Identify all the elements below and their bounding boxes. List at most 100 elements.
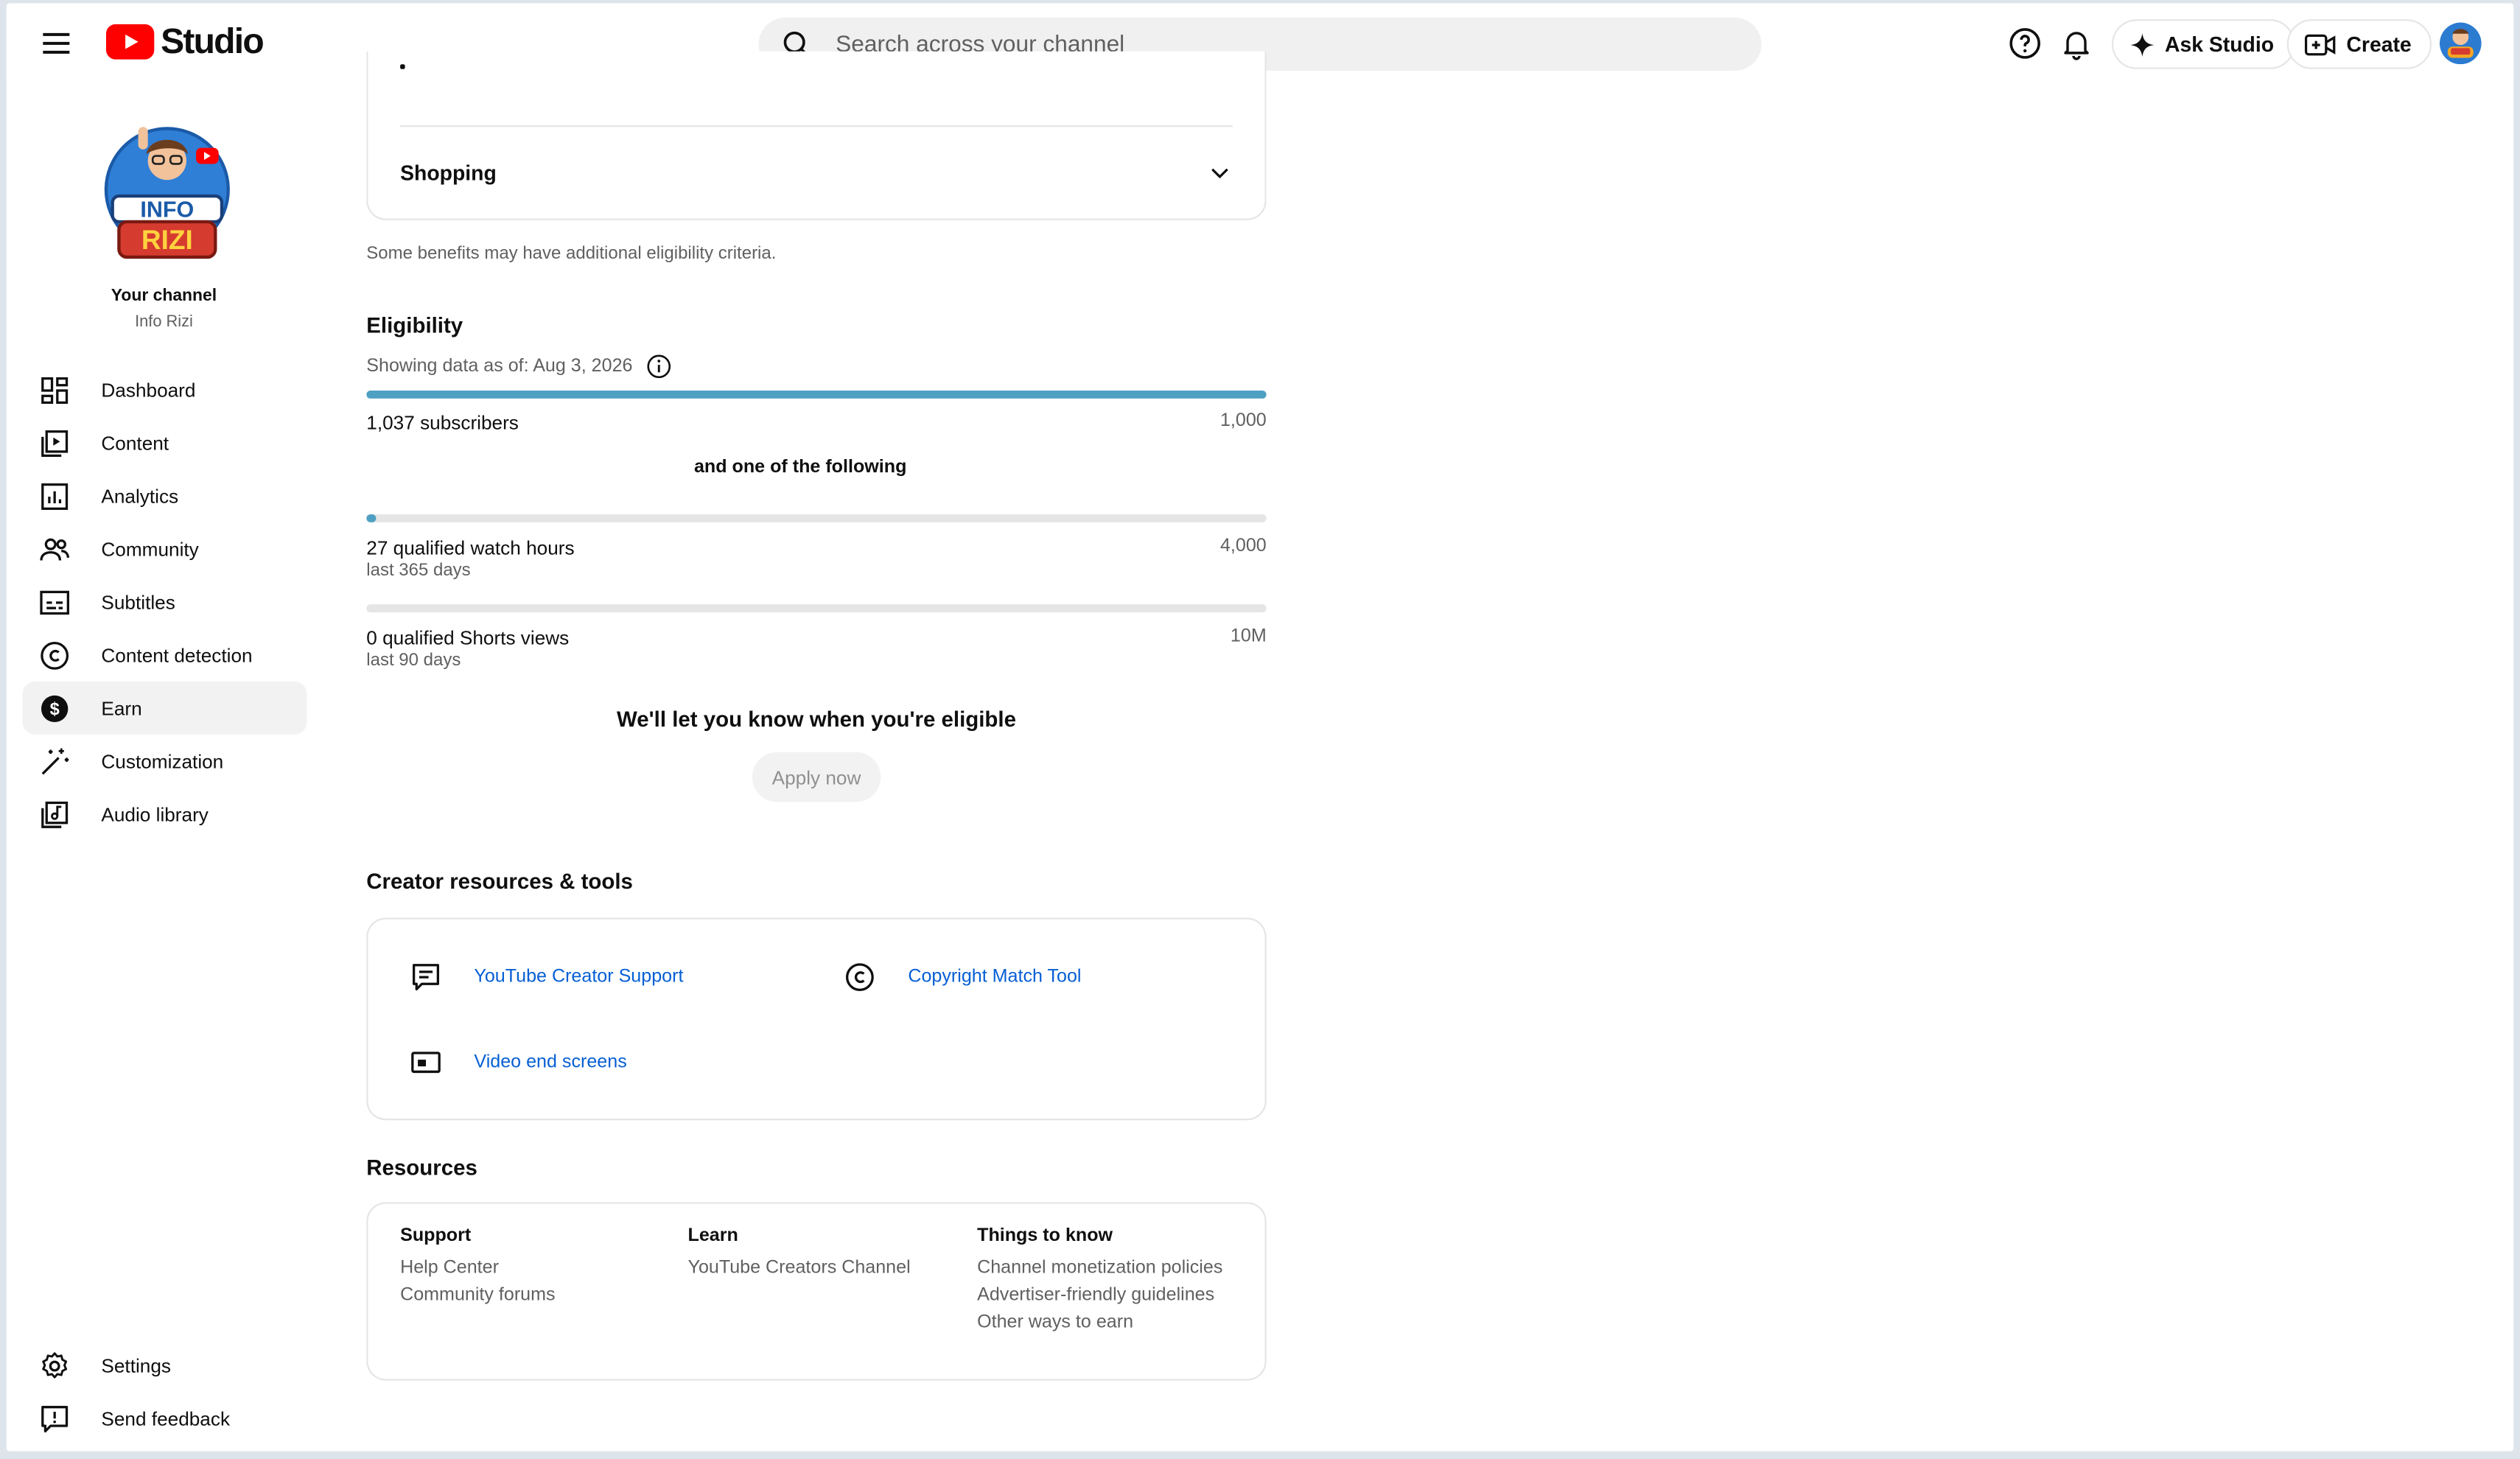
app-name: Studio	[161, 21, 265, 61]
sidebar-item-label: Analytics	[101, 484, 179, 508]
analytics-icon	[41, 482, 69, 509]
creators-channel-link[interactable]: YouTube Creators Channel	[688, 1259, 911, 1278]
youtube-logo-icon	[105, 24, 155, 60]
shorts-views-count: 0 qualified Shorts views	[366, 626, 570, 650]
creator-support-label: YouTube Creator Support	[474, 968, 684, 987]
music-library-icon	[41, 800, 69, 828]
sidebar-item-audio-library[interactable]: Audio library	[23, 788, 307, 841]
sidebar-item-label: Customization	[101, 749, 224, 773]
magic-wand-icon	[41, 747, 69, 774]
ask-studio-button[interactable]: Ask Studio	[2111, 19, 2295, 69]
sidebar-item-subtitles[interactable]: Subtitles	[23, 575, 307, 629]
sidebar-item-send-feedback[interactable]: Send feedback	[23, 1392, 307, 1445]
create-button[interactable]: Create	[2286, 19, 2433, 69]
creator-tools-card: YouTube Creator Support Copyright Match …	[366, 917, 1267, 1121]
chat-icon	[413, 964, 439, 991]
data-as-of-text: Showing data as of: Aug 3, 2026	[366, 357, 633, 377]
notifications-bell-icon[interactable]	[2059, 26, 2094, 61]
learn-column: Learn YouTube Creators Channel	[688, 1226, 911, 1286]
sidebar-item-label: Content	[101, 431, 169, 455]
studio-logo[interactable]: Studio	[105, 21, 265, 63]
sidebar-item-analytics[interactable]: Analytics	[23, 469, 307, 522]
sidebar-item-label: Dashboard	[101, 378, 196, 402]
collapsed-row-fragment	[400, 64, 405, 69]
eligibility-notice: We'll let you know when you're eligible	[617, 707, 1016, 732]
svg-text:$: $	[50, 699, 60, 718]
sidebar-item-community[interactable]: Community	[23, 522, 307, 575]
info-icon[interactable]	[645, 354, 671, 379]
sidebar-item-settings[interactable]: Settings	[23, 1339, 307, 1392]
monetization-policies-link[interactable]: Channel monetization policies	[977, 1259, 1222, 1278]
shopping-label: Shopping	[400, 161, 497, 185]
copyright-match-label: Copyright Match Tool	[908, 968, 1082, 987]
sidebar: INFO RIZI Your channel Info Rizi Dashboa…	[7, 83, 328, 1451]
channel-avatar[interactable]: INFO RIZI	[99, 119, 234, 263]
sidebar-item-label: Settings	[101, 1354, 171, 1377]
shopping-accordion[interactable]: Shopping	[368, 128, 1264, 217]
community-forums-link[interactable]: Community forums	[400, 1286, 555, 1305]
dollar-icon: $	[41, 694, 69, 721]
account-avatar[interactable]	[2439, 22, 2482, 65]
subscribers-progress-bar	[366, 391, 1267, 399]
subtitles-icon	[40, 589, 69, 615]
watch-hours-period: last 365 days	[366, 561, 471, 581]
sidebar-item-dashboard[interactable]: Dashboard	[23, 363, 307, 416]
end-screens-label: Video end screens	[474, 1052, 627, 1072]
copyright-icon	[41, 640, 69, 669]
copyright-match-link[interactable]: Copyright Match Tool	[844, 961, 1081, 993]
content-icon	[41, 429, 69, 456]
shorts-views-target: 10M	[1230, 626, 1267, 646]
things-to-know-column: Things to know Channel monetization poli…	[977, 1226, 1222, 1340]
ask-studio-label: Ask Studio	[2164, 32, 2275, 57]
shorts-views-period: last 90 days	[366, 651, 461, 671]
create-video-icon	[2304, 33, 2336, 55]
end-screen-icon	[411, 1052, 441, 1074]
chevron-down-icon	[1211, 168, 1228, 179]
copyright-icon	[845, 963, 874, 992]
other-ways-link[interactable]: Other ways to earn	[977, 1313, 1222, 1332]
creator-resources-title: Creator resources & tools	[366, 869, 633, 894]
sidebar-item-label: Community	[101, 537, 199, 561]
benefits-card: Shopping	[366, 51, 1267, 220]
sidebar-item-label: Audio library	[101, 802, 209, 826]
subscribers-target: 1,000	[1219, 411, 1267, 431]
sidebar-item-content-detection[interactable]: Content detection	[23, 629, 307, 682]
feedback-icon	[41, 1404, 69, 1432]
help-icon[interactable]	[2007, 26, 2043, 61]
support-heading: Support	[400, 1226, 472, 1246]
and-one-of-following: and one of the following	[693, 458, 907, 477]
channel-title: Your channel	[111, 286, 217, 306]
sidebar-item-label: Content detection	[101, 643, 253, 667]
create-label: Create	[2346, 32, 2412, 57]
watch-hours-count: 27 qualified watch hours	[366, 536, 575, 560]
sidebar-item-content[interactable]: Content	[23, 416, 307, 469]
watch-hours-progress-fill	[366, 514, 376, 522]
apply-now-button[interactable]: Apply now	[752, 752, 881, 802]
menu-icon[interactable]	[38, 26, 74, 61]
sidebar-item-label: Earn	[101, 696, 142, 720]
resources-title: Resources	[366, 1155, 477, 1180]
sidebar-item-label: Subtitles	[101, 590, 175, 614]
learn-heading: Learn	[687, 1226, 738, 1246]
channel-name: Info Rizi	[135, 313, 193, 332]
subscribers-progress-fill	[366, 391, 1267, 399]
studio-window: Studio Ask Studio Create	[6, 3, 2514, 1452]
support-column: Support Help Center Community forums	[400, 1226, 555, 1313]
data-as-of-row: Showing data as of: Aug 3, 2026	[366, 354, 671, 379]
end-screens-link[interactable]: Video end screens	[410, 1046, 627, 1079]
sparkle-icon	[2130, 32, 2155, 56]
shorts-views-progress-bar	[366, 604, 1267, 613]
resources-card: Support Help Center Community forums Lea…	[366, 1202, 1267, 1381]
watch-hours-target: 4,000	[1219, 536, 1267, 556]
advertiser-guidelines-link[interactable]: Advertiser-friendly guidelines	[977, 1286, 1222, 1305]
benefits-note: Some benefits may have additional eligib…	[366, 244, 777, 264]
creator-support-link[interactable]: YouTube Creator Support	[410, 961, 683, 993]
sidebar-item-customization[interactable]: Customization	[23, 735, 307, 788]
dashboard-icon	[41, 376, 69, 403]
divider	[400, 125, 1233, 127]
eligibility-title: Eligibility	[366, 313, 463, 338]
help-center-link[interactable]: Help Center	[400, 1259, 555, 1278]
channel-logo-line-2: RIZI	[141, 224, 193, 255]
sidebar-item-earn[interactable]: $ Earn	[22, 681, 307, 735]
things-to-know-heading: Things to know	[977, 1226, 1113, 1246]
